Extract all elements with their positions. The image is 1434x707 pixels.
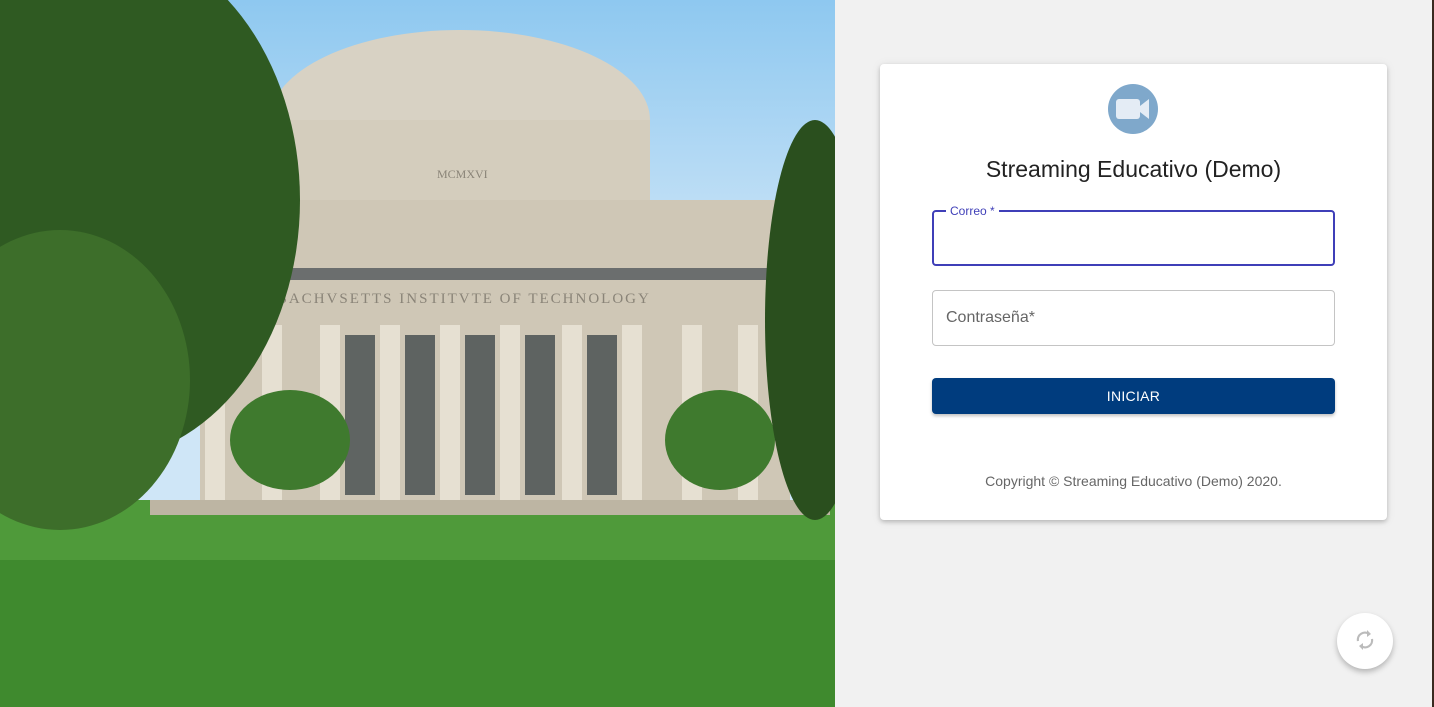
copyright-text: Copyright © Streaming Educativo (Demo) 2… bbox=[985, 473, 1282, 489]
app-title: Streaming Educativo (Demo) bbox=[985, 156, 1282, 182]
refresh-icon bbox=[1355, 629, 1375, 654]
refresh-button[interactable] bbox=[1337, 613, 1393, 669]
email-input[interactable] bbox=[934, 212, 1333, 264]
login-button[interactable]: INICIAR bbox=[932, 378, 1335, 414]
video-camera-icon bbox=[1108, 84, 1158, 134]
background-photo: MASSACHVSETTS INSTITVTE OF TECHNOLOGY MC… bbox=[0, 0, 835, 707]
login-card: Streaming Educativo (Demo) Correo * Cont… bbox=[880, 64, 1387, 520]
inscription: MASSACHVSETTS INSTITVTE OF TECHNOLOGY bbox=[240, 291, 651, 307]
email-field[interactable]: Correo * bbox=[932, 204, 1335, 266]
password-input[interactable] bbox=[933, 291, 1334, 345]
dome-inscription: MCMXVI bbox=[437, 167, 488, 181]
password-field[interactable]: Contraseña* bbox=[932, 290, 1335, 346]
